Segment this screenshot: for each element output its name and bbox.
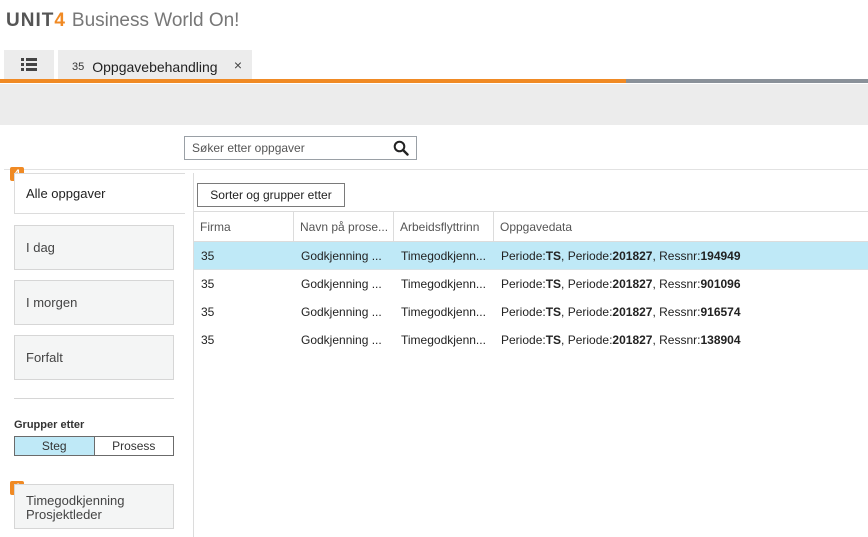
toolbar-band xyxy=(0,84,868,125)
cell-navn: Godkjenning ... xyxy=(301,248,382,263)
step-label-line2: Prosjektleder xyxy=(26,507,102,522)
sidebar-item-label: I morgen xyxy=(26,295,78,310)
cell-navn: Godkjenning ... xyxy=(301,305,382,319)
table-row[interactable]: 35 Godkjenning ... Timegodkjenn... Perio… xyxy=(194,298,868,326)
sidebar-item-timegodkjenning[interactable]: Timegodkjenning Prosjektleder xyxy=(14,484,174,529)
cell-trinn: Timegodkjenn... xyxy=(401,277,486,291)
sort-group-button[interactable]: Sorter og grupper etter xyxy=(197,183,345,207)
cell-firma: 35 xyxy=(201,333,215,347)
table-row[interactable]: 35 Godkjenning ... Timegodkjenn... Perio… xyxy=(194,326,868,354)
tab-number: 35 xyxy=(72,60,85,73)
cell-trinn: Timegodkjenn... xyxy=(401,305,486,319)
cell-oppgavedata: Periode: TS, Periode: 201827, Ressnr: 91… xyxy=(501,305,741,319)
sidebar-item-forfalt[interactable]: Forfalt xyxy=(14,335,174,380)
search-icon[interactable] xyxy=(393,140,409,156)
menu-tab[interactable] xyxy=(4,50,54,79)
sidebar-item-label: Alle oppgaver xyxy=(26,186,106,201)
step-label-line1: Timegodkjenning xyxy=(26,493,125,508)
sidebar-divider xyxy=(14,398,174,399)
app-logo: UNIT4 Business World On! xyxy=(6,10,239,32)
search-input[interactable] xyxy=(192,141,387,155)
column-header-oppgavedata[interactable]: Oppgavedata xyxy=(494,212,868,241)
tab-bar-divider xyxy=(626,79,868,83)
cell-trinn: Timegodkjenn... xyxy=(401,248,486,263)
list-menu-icon xyxy=(21,58,37,71)
group-by-prosess[interactable]: Prosess xyxy=(95,437,174,455)
sidebar-item-label: I dag xyxy=(26,240,55,255)
group-by-toggle: Steg Prosess xyxy=(14,436,174,456)
divider xyxy=(4,169,868,170)
cell-navn: Godkjenning ... xyxy=(301,277,382,291)
tab-bar: 35 Oppgavebehandling × xyxy=(0,48,868,84)
cell-navn: Godkjenning ... xyxy=(301,333,382,347)
app-header: UNIT4 Business World On! xyxy=(0,0,868,48)
cell-oppgavedata: Periode: TS, Periode: 201827, Ressnr: 19… xyxy=(501,248,741,263)
sidebar-item-i-morgen[interactable]: I morgen xyxy=(14,280,174,325)
column-header-firma[interactable]: Firma xyxy=(194,212,294,241)
cell-firma: 35 xyxy=(201,277,215,291)
sidebar-item-i-dag[interactable]: I dag xyxy=(14,225,174,270)
tab-underline xyxy=(0,79,626,83)
close-icon[interactable]: × xyxy=(234,57,242,73)
table-row[interactable]: 35 Godkjenning ... Timegodkjenn... Perio… xyxy=(194,242,868,270)
grid-header: Firma Navn på prose... Arbeidsflyttrinn … xyxy=(194,211,868,242)
cell-oppgavedata: Periode: TS, Periode: 201827, Ressnr: 13… xyxy=(501,333,741,347)
cell-oppgavedata: Periode: TS, Periode: 201827, Ressnr: 90… xyxy=(501,277,741,291)
brand-logo: UNIT4 xyxy=(6,10,66,31)
product-name: Business World On! xyxy=(71,10,240,31)
table-row[interactable]: 35 Godkjenning ... Timegodkjenn... Perio… xyxy=(194,270,868,298)
tab-title: Oppgavebehandling xyxy=(92,58,218,75)
sidebar-item-label: Forfalt xyxy=(26,350,63,365)
cell-firma: 35 xyxy=(201,305,215,319)
group-by-label: Grupper etter xyxy=(14,419,85,431)
cell-firma: 35 xyxy=(201,248,215,263)
column-header-arbeidsflyttrinn[interactable]: Arbeidsflyttrinn xyxy=(394,212,494,241)
cell-trinn: Timegodkjenn... xyxy=(401,333,486,347)
sidebar-item-alle-oppgaver[interactable]: Alle oppgaver xyxy=(14,173,185,214)
group-by-steg[interactable]: Steg xyxy=(15,437,95,455)
column-header-navn[interactable]: Navn på prose... xyxy=(294,212,394,241)
search-box xyxy=(184,136,417,160)
